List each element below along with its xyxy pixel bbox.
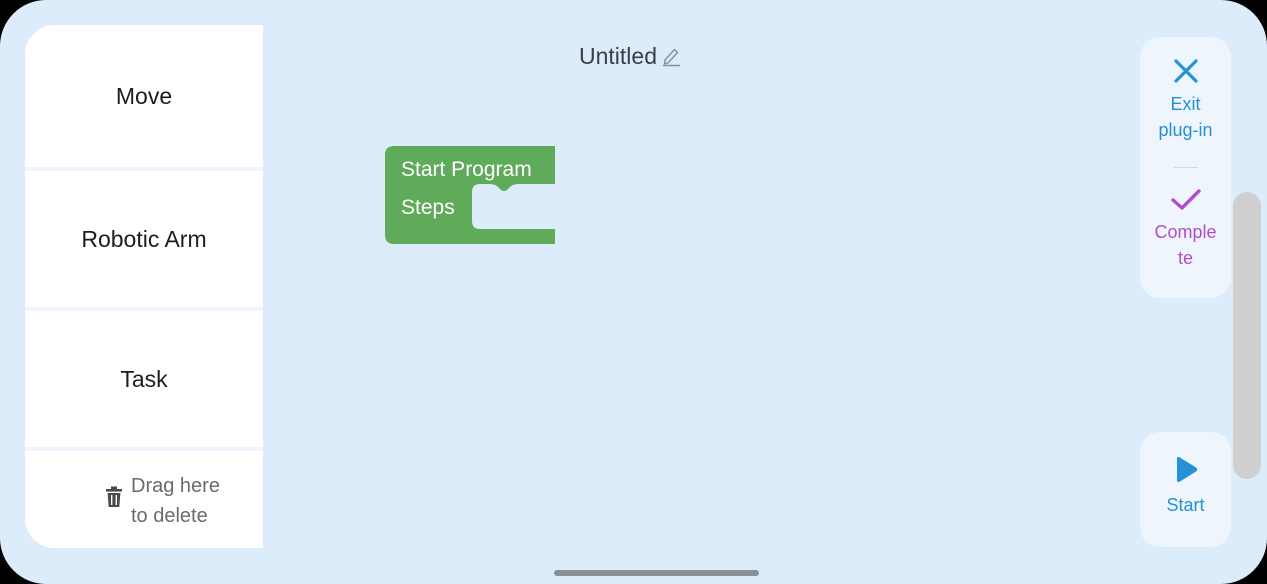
exit-label-line1: Exit [1170, 94, 1201, 114]
delete-label-line1: Drag here [131, 475, 220, 497]
start-button[interactable]: Start [1140, 456, 1231, 536]
complete-button[interactable]: Comple te [1140, 187, 1231, 297]
start-panel: Start [1140, 432, 1231, 547]
exit-plugin-button[interactable]: Exit plug-in [1140, 57, 1231, 167]
category-task-label: Task [120, 365, 168, 392]
trash-icon [106, 486, 122, 507]
home-indicator[interactable] [554, 570, 759, 576]
category-move-label: Move [115, 82, 173, 109]
close-icon [1173, 59, 1198, 83]
start-program-block[interactable]: Start Program Steps [384, 145, 556, 246]
category-task[interactable]: Task [25, 311, 263, 447]
action-panel: Exit plug-in Comple te [1140, 37, 1231, 298]
action-divider [1174, 167, 1198, 168]
check-icon [1170, 189, 1201, 210]
delete-drop-zone-label: Drag here to delete [131, 471, 251, 531]
program-title-bar: Untitled [579, 40, 681, 72]
play-icon [1176, 457, 1197, 482]
category-robotic-arm-label: Robotic Arm [81, 225, 207, 252]
exit-label-line2: plug-in [1158, 120, 1213, 140]
delete-label-line2: to delete [131, 505, 208, 527]
exit-plugin-label: Exit plug-in [1140, 91, 1231, 143]
pencil-icon[interactable] [661, 45, 681, 67]
complete-label-line2: te [1177, 248, 1193, 268]
complete-label: Comple te [1140, 219, 1231, 271]
program-title[interactable]: Untitled [579, 43, 657, 70]
block-label-steps: Steps [401, 196, 455, 219]
block-label-start-program: Start Program [401, 158, 532, 181]
complete-label-line1: Comple [1154, 222, 1217, 242]
category-move[interactable]: Move [25, 25, 263, 167]
scrollbar[interactable] [1233, 192, 1261, 479]
category-robotic-arm[interactable]: Robotic Arm [25, 171, 263, 307]
block-palette: Move Robotic Arm Task Drag here to delet… [25, 25, 263, 548]
app-screen: Move Robotic Arm Task Drag here to delet… [0, 0, 1267, 584]
delete-drop-zone[interactable]: Drag here to delete [25, 451, 263, 548]
start-label: Start [1166, 495, 1205, 515]
